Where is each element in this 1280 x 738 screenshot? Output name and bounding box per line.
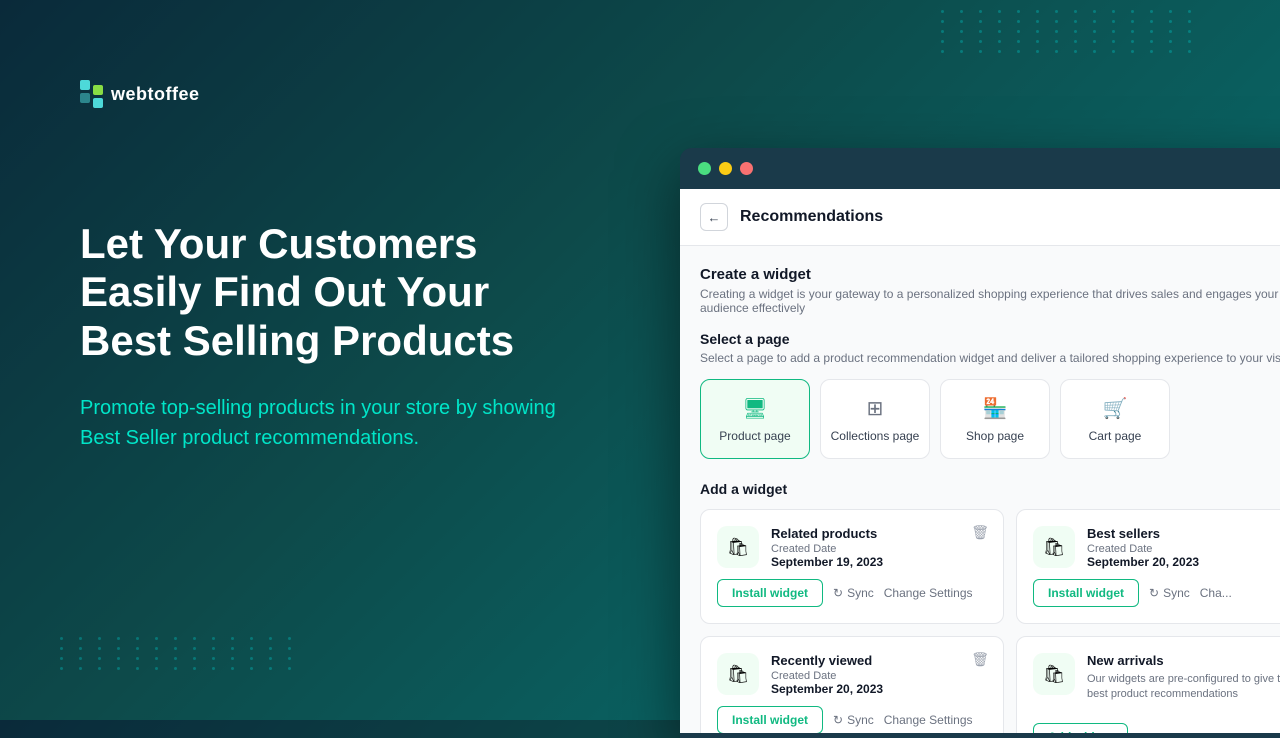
select-page-desc: Select a page to add a product recommend…	[700, 351, 1280, 365]
page-option-cart[interactable]: 🛒 Cart page	[1060, 379, 1170, 459]
widget-name-new-arrivals: New arrivals	[1087, 653, 1280, 668]
page-option-collections[interactable]: ⊞ Collections page	[820, 379, 930, 459]
logo: webtoffee	[80, 80, 200, 108]
sync-recently-viewed-link[interactable]: ↻ Sync	[833, 713, 874, 727]
add-widget-new-arrivals-button[interactable]: Add widget	[1033, 723, 1128, 733]
widget-meta-best-sellers: Created Date	[1087, 543, 1280, 555]
page-option-product[interactable]: 🖥 Product page	[700, 379, 810, 459]
add-widget-label: Add a widget	[700, 481, 1280, 497]
widget-icon-best-sellers: 🛍	[1033, 526, 1075, 568]
sync-related-link[interactable]: ↻ Sync	[833, 586, 874, 600]
back-button[interactable]: ←	[700, 203, 728, 231]
widget-info-recently-viewed: Recently viewed Created Date September 2…	[771, 653, 987, 696]
collections-page-icon: ⊞	[867, 396, 884, 421]
page-option-shop[interactable]: 🏪 Shop page	[940, 379, 1050, 459]
browser-titlebar	[680, 148, 1280, 189]
widget-header-new-arrivals: 🛍 New arrivals Our widgets are pre-confi…	[1033, 653, 1280, 703]
hero-subtitle: Promote top-selling products in your sto…	[80, 393, 580, 453]
widget-icon-new-arrivals: 🛍	[1033, 653, 1075, 695]
sync-icon: ↻	[833, 586, 843, 600]
install-widget-best-sellers-button[interactable]: Install widget	[1033, 579, 1139, 607]
select-page-label: Select a page	[700, 331, 1280, 347]
product-page-icon: 🖥	[742, 396, 767, 421]
widget-card-new-arrivals: 🛍 New arrivals Our widgets are pre-confi…	[1016, 636, 1280, 733]
widget-meta-related: Created Date	[771, 543, 987, 555]
page-option-shop-label: Shop page	[966, 429, 1024, 443]
widget-actions-related: Install widget ↻ Sync Change Settings	[717, 579, 987, 607]
hero-section: Let Your Customers Easily Find Out Your …	[80, 220, 580, 453]
page-option-product-label: Product page	[719, 429, 790, 443]
delete-related-button[interactable]: 🗑	[971, 524, 989, 541]
new-arrival-desc: Our widgets are pre-configured to give t…	[1087, 672, 1280, 703]
delete-recently-viewed-button[interactable]: 🗑	[971, 651, 989, 668]
page-header: ← Recommendations	[680, 189, 1280, 246]
widget-info-related: Related products Created Date September …	[771, 526, 987, 569]
widget-icon-recently-viewed: 🛍	[717, 653, 759, 695]
widget-name-best-sellers: Best sellers	[1087, 526, 1280, 541]
widget-name-related: Related products	[771, 526, 987, 541]
widget-card-recently-viewed: 🗑 🛍 Recently viewed Created Date Septemb…	[700, 636, 1004, 733]
install-widget-related-button[interactable]: Install widget	[717, 579, 823, 607]
create-widget-desc: Creating a widget is your gateway to a p…	[700, 287, 1280, 315]
widget-date-related: September 19, 2023	[771, 555, 987, 569]
widget-header-recently-viewed: 🛍 Recently viewed Created Date September…	[717, 653, 987, 696]
page-title: Recommendations	[740, 208, 883, 226]
settings-related-link[interactable]: Change Settings	[884, 586, 973, 600]
sync-icon-2: ↻	[1149, 586, 1159, 600]
create-widget-title: Create a widget	[700, 266, 1280, 283]
cart-page-icon: 🛒	[1103, 396, 1128, 421]
dots-pattern-bottom-left: const dbl = document.querySelector('.dot…	[60, 637, 300, 670]
hero-title: Let Your Customers Easily Find Out Your …	[80, 220, 580, 365]
widget-info-best-sellers: Best sellers Created Date September 20, …	[1087, 526, 1280, 569]
browser-dot-yellow	[719, 162, 732, 175]
widget-meta-recently-viewed: Created Date	[771, 670, 987, 682]
widget-date-recently-viewed: September 20, 2023	[771, 682, 987, 696]
widget-date-best-sellers: September 20, 2023	[1087, 555, 1280, 569]
browser-dot-red	[740, 162, 753, 175]
widget-header-related: 🛍 Related products Created Date Septembe…	[717, 526, 987, 569]
widget-header-best-sellers: 🛍 Best sellers Created Date September 20…	[1033, 526, 1280, 569]
content-area: ← Recommendations Create a widget Creati…	[680, 189, 1280, 733]
widget-icon-related: 🛍	[717, 526, 759, 568]
shop-page-icon: 🏪	[983, 396, 1008, 421]
sync-icon-3: ↻	[833, 713, 843, 727]
browser-dot-green	[698, 162, 711, 175]
widget-name-recently-viewed: Recently viewed	[771, 653, 987, 668]
widget-grid: 🗑 🛍 Related products Created Date Septem…	[700, 509, 1280, 733]
dots-pattern-top-right: const dtr = document.querySelector('.dot…	[941, 10, 1200, 53]
settings-recently-viewed-link[interactable]: Change Settings	[884, 713, 973, 727]
logo-icon	[80, 80, 103, 108]
sync-best-sellers-link[interactable]: ↻ Sync	[1149, 586, 1190, 600]
page-option-cart-label: Cart page	[1089, 429, 1142, 443]
widget-info-new-arrivals: New arrivals Our widgets are pre-configu…	[1087, 653, 1280, 703]
settings-best-sellers-link[interactable]: Cha...	[1200, 586, 1232, 600]
main-content: Create a widget Creating a widget is you…	[680, 246, 1280, 733]
logo-text: webtoffee	[111, 84, 200, 105]
browser-window: ← Recommendations Create a widget Creati…	[680, 148, 1280, 738]
widget-actions-best-sellers: Install widget ↻ Sync Cha...	[1033, 579, 1280, 607]
widget-card-best-sellers: 🗑 🛍 Best sellers Created Date September …	[1016, 509, 1280, 624]
widget-card-related: 🗑 🛍 Related products Created Date Septem…	[700, 509, 1004, 624]
page-option-collections-label: Collections page	[831, 429, 920, 443]
page-options: 🖥 Product page ⊞ Collections page 🏪 Shop…	[700, 379, 1280, 459]
